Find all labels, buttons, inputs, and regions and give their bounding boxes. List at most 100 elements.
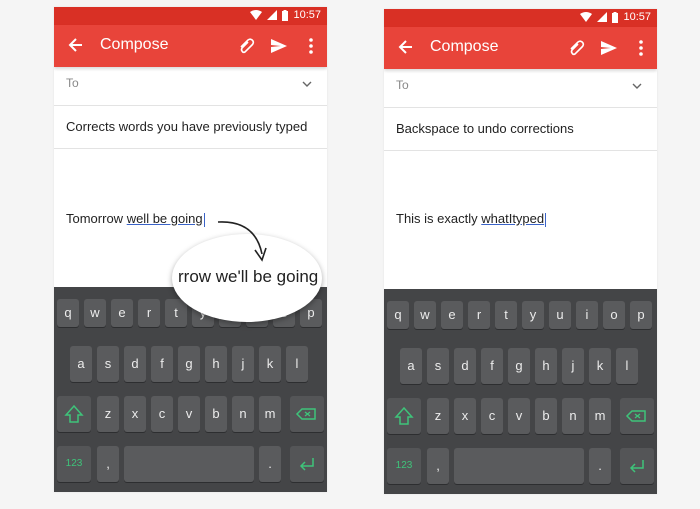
key-m[interactable]: m	[259, 396, 281, 432]
key-o[interactable]: o	[603, 301, 625, 329]
to-field[interactable]: To	[384, 69, 657, 108]
keyboard: q w e r t y u i o p a s d f g h j k l z …	[384, 289, 657, 494]
subject-field[interactable]: Corrects words you have previously typed	[54, 106, 327, 149]
to-field[interactable]: To	[54, 67, 327, 106]
comma-key[interactable]: ,	[97, 446, 119, 482]
key-h[interactable]: h	[205, 346, 227, 382]
backspace-key[interactable]	[290, 396, 324, 432]
key-r[interactable]: r	[468, 301, 490, 329]
subject-field[interactable]: Backspace to undo corrections	[384, 108, 657, 151]
shift-key[interactable]	[387, 398, 421, 434]
key-p[interactable]: p	[630, 301, 652, 329]
key-z[interactable]: z	[427, 398, 449, 434]
key-n[interactable]: n	[232, 396, 254, 432]
key-s[interactable]: s	[97, 346, 119, 382]
key-a[interactable]: a	[400, 348, 422, 384]
key-d[interactable]: d	[124, 346, 146, 382]
key-w[interactable]: w	[84, 299, 106, 327]
enter-icon	[629, 460, 644, 473]
body-prefix: This is exactly	[396, 211, 482, 226]
key-b[interactable]: b	[535, 398, 557, 434]
key-b[interactable]: b	[205, 396, 227, 432]
enter-key[interactable]	[290, 446, 324, 482]
period-key[interactable]: .	[259, 446, 281, 482]
key-j[interactable]: j	[232, 346, 254, 382]
key-t[interactable]: t	[495, 301, 517, 329]
enter-key[interactable]	[620, 448, 654, 484]
shift-key[interactable]	[57, 396, 91, 432]
status-time: 10:57	[623, 11, 651, 23]
body-text: This is exactly whatItyped	[396, 211, 547, 227]
app-bar: Compose	[384, 27, 657, 69]
key-m[interactable]: m	[589, 398, 611, 434]
key-c[interactable]: c	[151, 396, 173, 432]
symbols-key[interactable]: 123	[387, 448, 421, 484]
space-key[interactable]	[454, 448, 584, 484]
key-h[interactable]: h	[535, 348, 557, 384]
key-y[interactable]: y	[522, 301, 544, 329]
key-k[interactable]: k	[259, 346, 281, 382]
key-c[interactable]: c	[481, 398, 503, 434]
signal-icon	[597, 12, 608, 22]
key-a[interactable]: a	[70, 346, 92, 382]
send-icon[interactable]	[599, 38, 619, 58]
key-z[interactable]: z	[97, 396, 119, 432]
key-k[interactable]: k	[589, 348, 611, 384]
key-v[interactable]: v	[508, 398, 530, 434]
battery-icon	[282, 9, 289, 21]
more-vert-icon[interactable]	[637, 38, 645, 58]
symbols-key[interactable]: 123	[57, 446, 91, 482]
more-vert-icon[interactable]	[307, 36, 315, 56]
status-time: 10:57	[293, 9, 321, 21]
key-g[interactable]: g	[508, 348, 530, 384]
key-x[interactable]: x	[454, 398, 476, 434]
key-d[interactable]: d	[454, 348, 476, 384]
key-f[interactable]: f	[481, 348, 503, 384]
attach-icon[interactable]	[567, 38, 587, 58]
status-bar: 10:57	[54, 7, 327, 25]
body-underlined-word: whatItyped	[481, 211, 545, 226]
subject-text: Corrects words you have previously typed	[66, 119, 308, 134]
key-j[interactable]: j	[562, 348, 584, 384]
comma-key[interactable]: ,	[427, 448, 449, 484]
space-key[interactable]	[124, 446, 254, 482]
body-text: Tomorrow well be going	[66, 211, 205, 227]
enter-icon	[299, 458, 314, 471]
key-e[interactable]: e	[441, 301, 463, 329]
text-caret	[545, 212, 547, 227]
key-r[interactable]: r	[138, 299, 160, 327]
backspace-key[interactable]	[620, 398, 654, 434]
status-bar: 10:57	[384, 9, 657, 27]
key-l[interactable]: l	[286, 346, 308, 382]
back-arrow-icon[interactable]	[66, 35, 86, 55]
key-e[interactable]: e	[111, 299, 133, 327]
key-q[interactable]: q	[387, 301, 409, 329]
key-w[interactable]: w	[414, 301, 436, 329]
key-v[interactable]: v	[178, 396, 200, 432]
wifi-icon	[250, 10, 263, 20]
period-key[interactable]: .	[589, 448, 611, 484]
keyboard: q w e r t y u i o p a s d f g h j k l z …	[54, 287, 327, 492]
chevron-down-icon[interactable]	[301, 78, 313, 90]
key-t[interactable]: t	[165, 299, 187, 327]
backspace-icon	[295, 408, 316, 420]
shift-icon	[64, 404, 84, 423]
key-n[interactable]: n	[562, 398, 584, 434]
attach-icon[interactable]	[237, 36, 257, 56]
curved-arrow-icon	[217, 221, 267, 262]
key-u[interactable]: u	[549, 301, 571, 329]
key-f[interactable]: f	[151, 346, 173, 382]
send-icon[interactable]	[269, 36, 289, 56]
key-x[interactable]: x	[124, 396, 146, 432]
back-arrow-icon[interactable]	[396, 37, 416, 57]
key-l[interactable]: l	[616, 348, 638, 384]
key-q[interactable]: q	[57, 299, 79, 327]
app-bar: Compose	[54, 25, 327, 67]
message-body[interactable]: This is exactly whatItyped	[384, 151, 657, 285]
to-label: To	[66, 76, 79, 90]
backspace-icon	[625, 410, 646, 422]
key-i[interactable]: i	[576, 301, 598, 329]
key-s[interactable]: s	[427, 348, 449, 384]
chevron-down-icon[interactable]	[631, 80, 643, 92]
key-g[interactable]: g	[178, 346, 200, 382]
